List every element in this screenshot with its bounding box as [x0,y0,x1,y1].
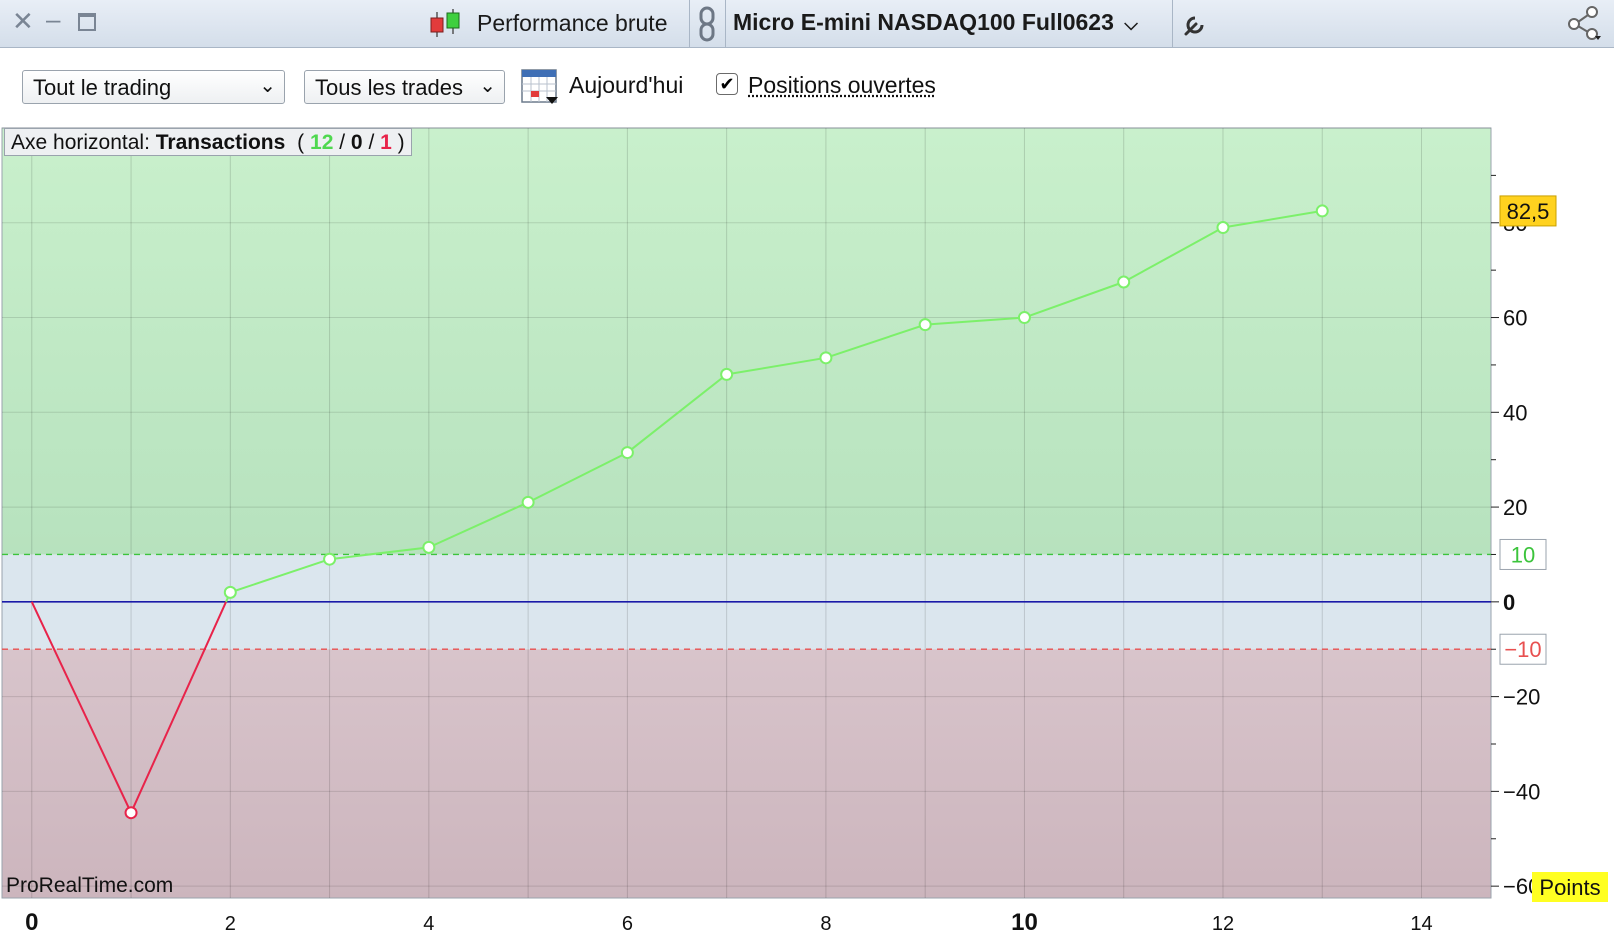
equity-point[interactable] [1017,311,1031,325]
chevron-down-icon: ⌄ [479,75,496,97]
equity-point[interactable] [620,446,634,460]
y-tick-label: 60 [1503,306,1527,331]
chevron-down-icon: ⌄ [259,75,276,97]
y-tick-label: 40 [1503,400,1527,425]
winning-trades-count: 12 [310,131,334,154]
titlebar-separator [1172,0,1173,48]
open-positions-label[interactable]: Positions ouvertes [748,72,936,99]
equity-point[interactable] [323,552,337,566]
equity-point[interactable] [1117,275,1131,289]
close-icon[interactable]: ✕ [12,6,34,37]
maximize-icon[interactable] [78,13,96,31]
x-tick-label: 8 [820,913,831,935]
performance-chart: 02468101214806040200−20−40−6010−1082,5Po… [1,127,1608,936]
open-positions-checkbox[interactable]: ✔ [716,73,738,95]
y-tick-label: 20 [1503,495,1527,520]
equity-point[interactable] [422,540,436,554]
x-tick-label: 14 [1410,913,1432,935]
equity-point[interactable] [1216,221,1230,235]
equity-point[interactable] [720,367,734,381]
trades-filter-select[interactable]: Tous les trades ⌄ [304,70,505,104]
wrench-icon[interactable] [1182,9,1210,37]
x-tick-label: 0 [25,909,38,936]
x-tick-label: 12 [1212,913,1234,935]
last-value-label: 82,5 [1507,199,1550,224]
neutral-trades-count: 0 [350,131,363,154]
unit-label: Points [1539,875,1600,900]
instrument-selector[interactable]: Micro E-mini NASDAQ100 Full0623 ⌵ [733,9,1138,36]
axis-mode[interactable]: Transactions [156,131,286,154]
y-tick-label: −20 [1503,685,1540,710]
window-titlebar: ✕ ‒ Performance brute Micro E-mini NASDA… [0,0,1614,48]
instrument-name: Micro E-mini NASDAQ100 Full0623 [733,9,1114,35]
trading-scope-select[interactable]: Tout le trading ⌄ [22,70,285,104]
x-tick-label: 6 [622,913,633,935]
axis-close-paren: ) [397,131,405,154]
x-tick-label: 4 [423,913,434,935]
x-tick-label: 10 [1011,909,1038,936]
equity-point[interactable] [124,806,138,820]
equity-point[interactable] [1315,204,1329,218]
titlebar-separator [725,0,726,48]
equity-point[interactable] [223,585,237,599]
minimize-icon[interactable]: ‒ [46,4,60,35]
trades-filter-value: Tous les trades [315,75,463,100]
negative-zone [2,649,1491,898]
watermark: ProRealTime.com [6,874,174,897]
titlebar-separator [689,0,690,48]
positive-zone [2,128,1491,555]
axis-open-paren: ( [297,131,305,154]
y-tick-label: 0 [1503,590,1515,615]
equity-point[interactable] [819,351,833,365]
chevron-down-icon: ⌵ [1124,14,1138,34]
axis-separator: / [368,131,375,154]
date-label[interactable]: Aujourd'hui [569,72,683,99]
trading-scope-value: Tout le trading [33,75,172,100]
share-icon[interactable] [1564,6,1604,42]
axis-separator: / [339,131,346,154]
losing-trades-count: 1 [380,131,392,154]
link-icon[interactable] [697,6,717,42]
upper-threshold-label: 10 [1511,542,1535,567]
lower-threshold-label: −10 [1504,637,1541,662]
y-tick-label: −40 [1503,779,1540,804]
candlestick-icon [430,9,460,37]
axis-badge: Axe horizontal: Transactions ( 12 / 0 / … [4,128,412,156]
panel-title: Performance brute [477,10,668,36]
equity-point[interactable] [521,495,535,509]
calendar-icon[interactable] [520,66,560,106]
axis-badge-label: Axe horizontal: [11,131,150,154]
x-tick-label: 2 [225,913,236,935]
equity-point[interactable] [918,318,932,332]
